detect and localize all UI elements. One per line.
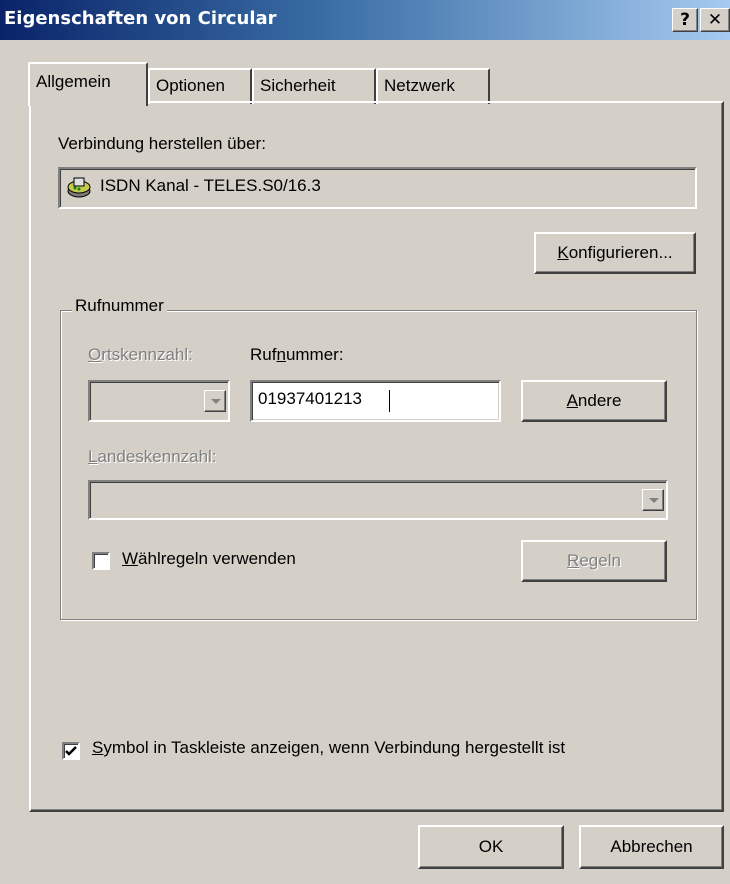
tray-icon-checkbox[interactable] — [62, 742, 80, 760]
checkmark-icon — [65, 746, 77, 756]
title-bar[interactable]: Eigenschaften von Circular ? ✕ — [0, 0, 730, 40]
cancel-button[interactable]: Abbrechen — [579, 825, 724, 869]
rules-button: Regeln — [521, 540, 667, 582]
phone-number-label: Rufnummer: — [250, 345, 344, 364]
phone-number-input[interactable]: 01937401213 — [250, 380, 501, 422]
group-title: Rufnummer — [72, 296, 167, 316]
other-button[interactable]: Andere — [521, 380, 667, 422]
device-field: ISDN Kanal - TELES.S0/16.3 — [58, 167, 697, 209]
area-code-select — [88, 380, 230, 422]
modem-icon — [66, 175, 92, 201]
country-code-label: Landeskennzahl: — [88, 447, 217, 466]
tab-allgemein[interactable]: Allgemein — [28, 62, 148, 106]
chevron-down-icon — [204, 390, 226, 412]
dial-rules-checkbox[interactable] — [92, 552, 110, 570]
tab-netzwerk[interactable]: Netzwerk — [376, 68, 490, 104]
dial-rules-label[interactable]: Wählregeln verwenden — [122, 549, 296, 569]
configure-button[interactable]: Konfigurieren... — [534, 232, 696, 274]
device-name: ISDN Kanal - TELES.S0/16.3 — [100, 176, 321, 195]
ok-button[interactable]: OK — [418, 825, 564, 869]
text-cursor — [389, 390, 390, 412]
chevron-down-icon — [642, 489, 664, 511]
window-title: Eigenschaften von Circular — [4, 8, 277, 29]
tab-optionen[interactable]: Optionen — [148, 68, 252, 104]
tab-sicherheit[interactable]: Sicherheit — [252, 68, 376, 104]
country-code-select — [88, 480, 668, 520]
close-button[interactable]: ✕ — [700, 8, 730, 32]
connect-via-label: Verbindung herstellen über: — [58, 134, 266, 153]
help-button[interactable]: ? — [672, 8, 698, 32]
area-code-label: Ortskennzahl: — [88, 345, 193, 364]
tray-icon-label[interactable]: Symbol in Taskleiste anzeigen, wenn Verb… — [92, 738, 565, 758]
phone-number-value: 01937401213 — [258, 389, 363, 408]
